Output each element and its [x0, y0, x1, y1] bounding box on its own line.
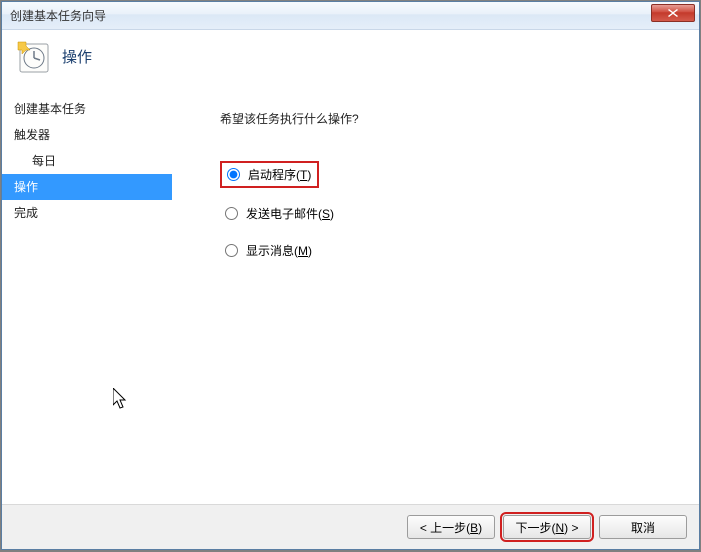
radio-display-message[interactable] — [225, 244, 238, 257]
main-panel: 希望该任务执行什么操作? 启动程序(T) 发送电子邮件(S) 显示消息(M) — [172, 90, 699, 504]
option-send-email[interactable]: 发送电子邮件(S) — [220, 202, 340, 225]
page-title: 操作 — [62, 46, 92, 67]
radio-start-program[interactable] — [227, 168, 240, 181]
cancel-button[interactable]: 取消 — [599, 515, 687, 539]
back-button[interactable]: < 上一步(B) — [407, 515, 495, 539]
task-clock-icon — [16, 40, 48, 72]
sidebar-item-daily[interactable]: 每日 — [2, 148, 172, 174]
content: 创建基本任务 触发器 每日 操作 完成 希望该任务执行什么操作? 启动程序(T)… — [2, 90, 699, 504]
close-icon — [668, 9, 678, 17]
option-start-program[interactable]: 启动程序(T) — [220, 161, 319, 188]
option-label: 启动程序(T) — [248, 166, 311, 183]
window-title: 创建基本任务向导 — [10, 7, 106, 24]
sidebar-item-action[interactable]: 操作 — [2, 174, 172, 200]
option-label: 显示消息(M) — [246, 242, 312, 259]
option-label: 发送电子邮件(S) — [246, 205, 334, 222]
close-button[interactable] — [651, 4, 695, 22]
option-display-message[interactable]: 显示消息(M) — [220, 239, 318, 262]
sidebar: 创建基本任务 触发器 每日 操作 完成 — [2, 90, 172, 504]
next-button[interactable]: 下一步(N) > — [503, 515, 591, 539]
radio-send-email[interactable] — [225, 207, 238, 220]
footer: < 上一步(B) 下一步(N) > 取消 — [2, 504, 699, 549]
wizard-window: 创建基本任务向导 操作 创建基本任务 触发器 每日 操作 完成 — [1, 1, 700, 550]
sidebar-item-finish[interactable]: 完成 — [2, 200, 172, 226]
header: 操作 — [2, 30, 699, 90]
sidebar-item-trigger[interactable]: 触发器 — [2, 122, 172, 148]
prompt-text: 希望该任务执行什么操作? — [220, 110, 679, 127]
sidebar-item-create-task[interactable]: 创建基本任务 — [2, 96, 172, 122]
titlebar: 创建基本任务向导 — [2, 2, 699, 30]
